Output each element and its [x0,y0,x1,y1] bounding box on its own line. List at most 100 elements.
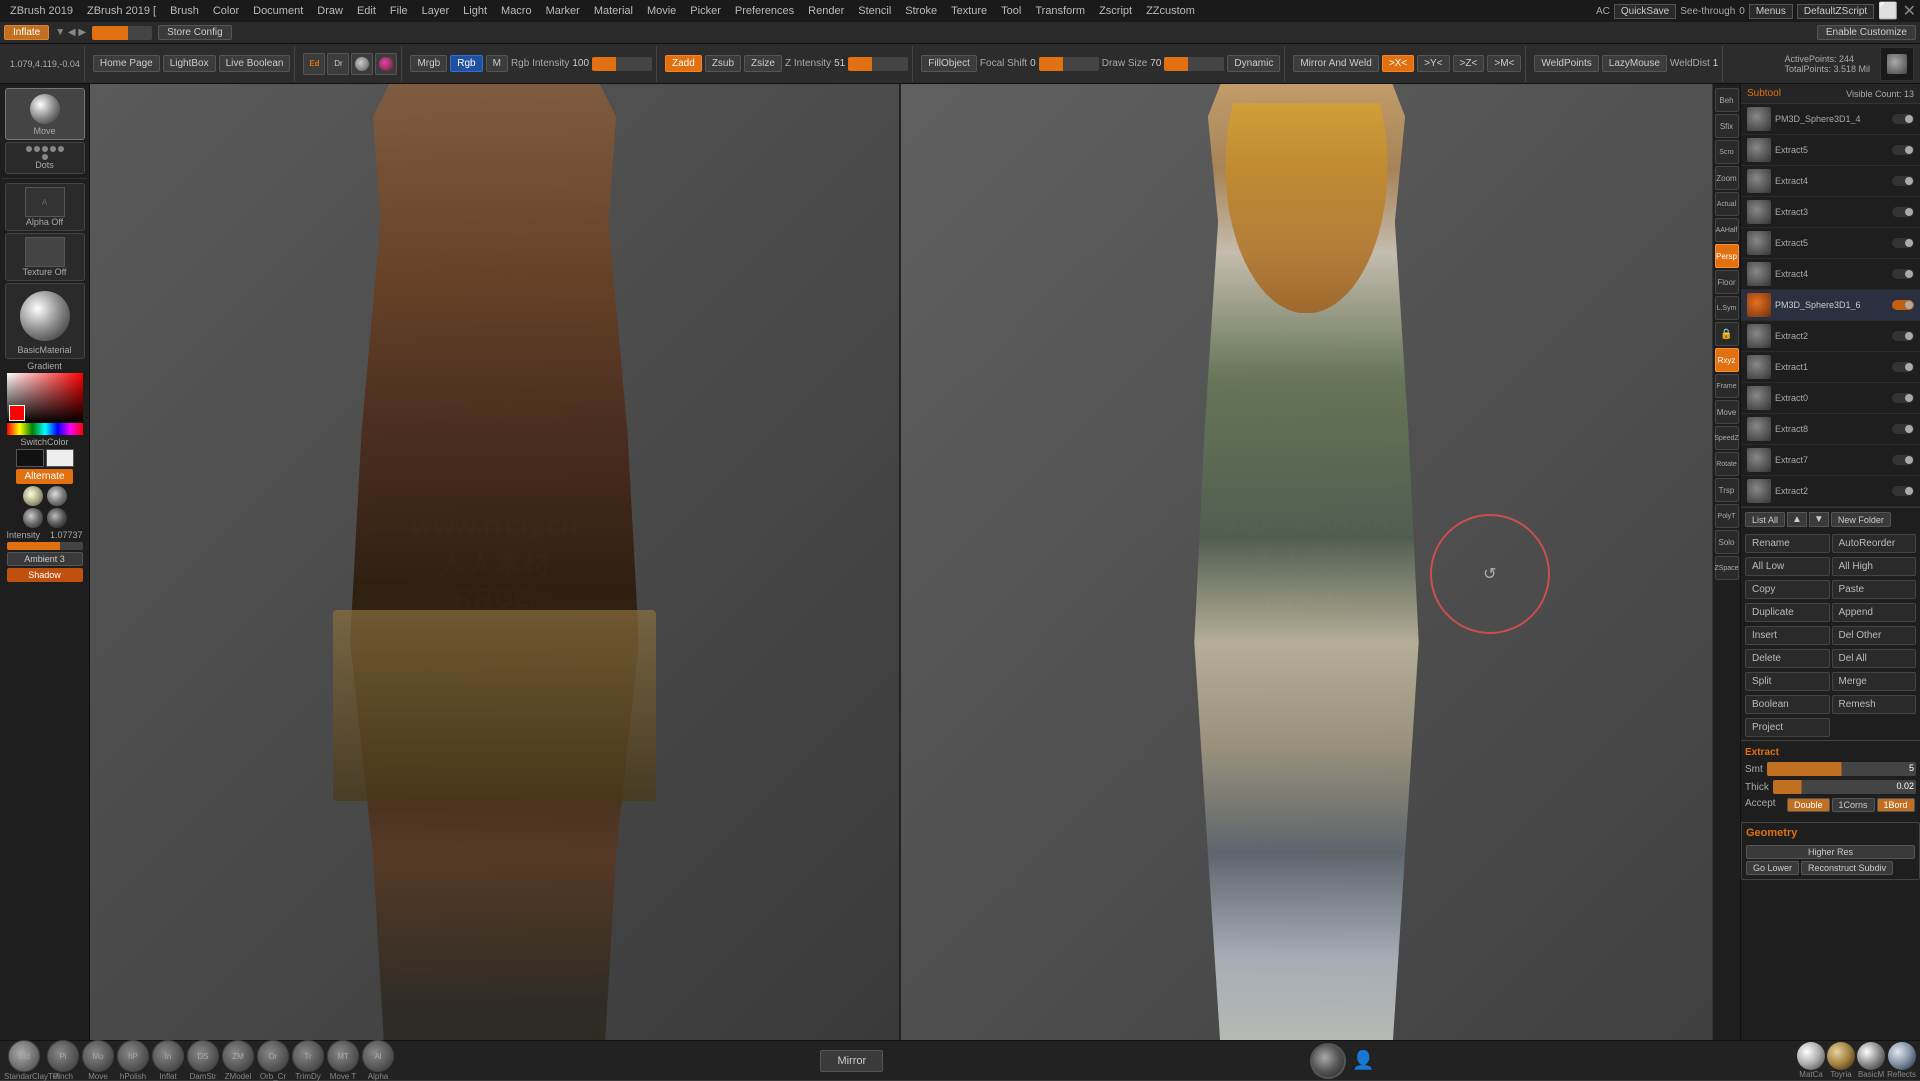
polyt-button[interactable]: PolyT [1715,504,1739,528]
zsub-button[interactable]: Zsub [705,55,741,72]
subtool-item-extract0[interactable]: Extract0 [1741,383,1920,414]
rgb-intensity-slider[interactable] [592,57,652,71]
trsp-button[interactable]: Trsp [1715,478,1739,502]
thick-slider[interactable]: 0.02 [1773,780,1916,794]
enable-customize-button[interactable]: Enable Customize [1817,25,1916,40]
live-boolean-button[interactable]: Live Boolean [219,55,291,72]
render-options-btn[interactable] [1880,47,1914,81]
navigation-sphere[interactable] [1310,1043,1346,1079]
double-button[interactable]: Double [1787,798,1830,812]
menu-zzcustom[interactable]: ZZcustom [1140,3,1201,19]
hue-slider[interactable] [7,423,83,435]
menu-file[interactable]: File [384,3,414,19]
subtool-item-extract7[interactable]: Extract7 [1741,445,1920,476]
basicm-sphere[interactable] [1857,1042,1885,1070]
draw-size-slider[interactable] [1164,57,1224,71]
zoom-button[interactable]: Zoom [1715,166,1739,190]
orb-brush-btn[interactable]: Or [257,1040,289,1072]
list-all-button[interactable]: List All [1745,512,1785,527]
primary-color-box[interactable] [16,449,44,467]
menu-preferences[interactable]: Preferences [729,3,800,19]
menu-alpha[interactable]: ZBrush 2019 [ [81,3,162,19]
move-brush-btn[interactable]: Mo [82,1040,114,1072]
delete-button[interactable]: Delete [1745,649,1830,668]
tcorns-button[interactable]: 1Corns [1832,798,1875,812]
solo-button[interactable]: Solo [1715,530,1739,554]
remesh-button[interactable]: Remesh [1832,695,1917,714]
zspace-button[interactable]: ZSpace [1715,556,1739,580]
go-lower-button[interactable]: Go Lower [1746,861,1799,875]
py-button[interactable]: >Y< [1417,55,1449,72]
shadow-button[interactable]: Shadow [7,568,83,582]
new-folder-button[interactable]: New Folder [1831,512,1891,527]
ambient-button[interactable]: Ambient 3 [7,552,83,566]
inflat-brush-btn[interactable]: In [152,1040,184,1072]
material-preview-btn[interactable] [375,53,397,75]
pm-button[interactable]: >M< [1487,55,1521,72]
person-icon[interactable]: 👤 [1349,1046,1379,1076]
beh-button[interactable]: Beh [1715,88,1739,112]
insert-button[interactable]: Insert [1745,626,1830,645]
all-high-button[interactable]: All High [1832,557,1917,576]
pinch-brush-btn[interactable]: Pi [47,1040,79,1072]
menu-material[interactable]: Material [588,3,639,19]
matca-sphere[interactable] [1797,1042,1825,1070]
mrgb-button[interactable]: Mrgb [410,55,447,72]
subtool-item-extract4[interactable]: Extract4 [1741,166,1920,197]
del-other-button[interactable]: Del Other [1832,626,1917,645]
reflects-sphere[interactable] [1888,1042,1916,1070]
menu-layer[interactable]: Layer [416,3,456,19]
menu-light[interactable]: Light [457,3,493,19]
autoreorder-button[interactable]: AutoReorder [1832,534,1917,553]
lock-button[interactable]: 🔒 [1715,322,1739,346]
menu-texture[interactable]: Texture [945,3,993,19]
weld-points-button[interactable]: WeldPoints [1534,55,1598,72]
rgb-button[interactable]: Rgb [450,55,482,72]
mirror-weld-button[interactable]: Mirror And Weld [1293,55,1379,72]
copy-button[interactable]: Copy [1745,580,1830,599]
aahalf-button[interactable]: AAHalf [1715,218,1739,242]
toyria-sphere[interactable] [1827,1042,1855,1070]
boolean-button[interactable]: Boolean [1745,695,1830,714]
alpha-brush-btn[interactable]: Al [362,1040,394,1072]
light-sphere-1[interactable] [23,486,43,506]
subtool-toggle-extract2[interactable] [1892,331,1914,341]
project-button[interactable]: Project [1745,718,1830,737]
rxyz-button[interactable]: Rxyz [1715,348,1739,372]
move-button[interactable]: Move [1715,400,1739,424]
subtool-item-extract2b[interactable]: Extract2 [1741,476,1920,507]
list-up-button[interactable]: ▲ [1787,512,1807,527]
reconstruct-subdiv-button[interactable]: Reconstruct Subdiv [1801,861,1893,875]
inflate-slider[interactable] [92,26,152,40]
menu-movie[interactable]: Movie [641,3,682,19]
alternate-button[interactable]: Alternate [16,469,72,484]
menu-transform[interactable]: Transform [1029,3,1091,19]
movet-brush-btn[interactable]: MT [327,1040,359,1072]
floor-button[interactable]: Floor [1715,270,1739,294]
subtool-item-extract3[interactable]: Extract3 [1741,197,1920,228]
render-preview-btn[interactable] [351,53,373,75]
subtool-item-extract5[interactable]: Extract5 [1741,135,1920,166]
dynamic-button[interactable]: Dynamic [1227,55,1280,72]
subtool-toggle-extract4[interactable] [1892,176,1914,186]
tbord-button[interactable]: 1Bord [1877,798,1915,812]
move-tool[interactable]: Move [5,88,85,140]
menus-button[interactable]: Menus [1749,4,1793,19]
menu-zscript[interactable]: Zscript [1093,3,1138,19]
basic-material-tool[interactable]: BasicMaterial [5,283,85,359]
px-button[interactable]: >X< [1382,55,1414,72]
paste-button[interactable]: Paste [1832,580,1917,599]
all-low-button[interactable]: All Low [1745,557,1830,576]
menu-render[interactable]: Render [802,3,850,19]
menu-tool[interactable]: Tool [995,3,1027,19]
light-sphere-3[interactable] [23,508,43,528]
del-all-button[interactable]: Del All [1832,649,1917,668]
menu-marker[interactable]: Marker [540,3,586,19]
list-down-button[interactable]: ▼ [1809,512,1829,527]
subtool-toggle-extract5[interactable] [1892,145,1914,155]
trimdy-brush-btn[interactable]: Tr [292,1040,324,1072]
subtool-item-extract1[interactable]: Extract1 [1741,352,1920,383]
subtool-toggle-extract8[interactable] [1892,424,1914,434]
subtool-item-extract2[interactable]: Extract2 [1741,321,1920,352]
mirror-button[interactable]: Mirror [820,1050,883,1072]
